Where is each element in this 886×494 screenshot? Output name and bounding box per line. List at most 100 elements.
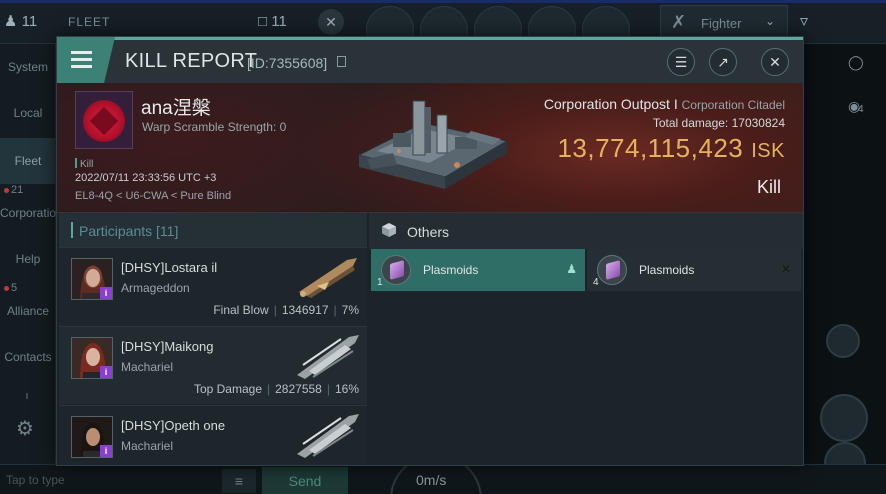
fleet-count[interactable]: □ 11 (258, 13, 287, 30)
sidebar-item-alliance[interactable]: Alliance (0, 288, 56, 334)
pilot-count-value: 11 (21, 13, 38, 30)
others-header: Others (369, 213, 803, 249)
info-badge-icon: i (100, 445, 112, 457)
total-damage-label: Total damage: (652, 116, 729, 130)
item-name: Plasmoids (423, 263, 479, 277)
armageddon-ship-icon (299, 258, 357, 298)
others-title: Others (407, 224, 450, 240)
total-damage-value: 17030824 (731, 116, 785, 130)
share-icon[interactable]: ↗ (709, 48, 737, 76)
citadel-image (357, 100, 509, 189)
stat-label: Top Damage (193, 382, 262, 396)
chevron-down-icon: ⌄ (764, 14, 775, 28)
stat-percent: 7% (341, 303, 359, 317)
chat-bubble-icon[interactable]: ◯ (848, 54, 864, 71)
participants-title: Participants [11] (79, 223, 179, 239)
participant-row[interactable]: i [DHSY]Opeth one Machariel (59, 405, 367, 465)
gear-icon[interactable]: ⚙ (16, 416, 34, 441)
participant-stats: Top Damage | 2827558 | 16% (193, 382, 359, 396)
chat-input[interactable]: Tap to type (6, 473, 65, 487)
corporation-logo[interactable] (75, 91, 133, 149)
fighter-label: Fighter (701, 16, 742, 31)
item-name: Plasmoids (639, 263, 695, 277)
total-damage: Total damage: 17030824 (653, 116, 785, 130)
pilot-count[interactable]: ♟ 11 (4, 12, 37, 30)
participants-panel: Participants [11] i [DHSY]Lostara il Arm… (59, 213, 367, 465)
participant-stats: Final Blow | 1346917 | 7% (213, 303, 359, 317)
sidebar-item-corporation[interactable]: Corporation (0, 190, 63, 236)
cube-icon (382, 223, 396, 237)
item-quantity: 4 (593, 277, 599, 288)
right-hud: ◯ ◉ 4 (804, 44, 886, 494)
chat-menu-icon[interactable]: ≡ (222, 469, 256, 493)
clipboard-icon[interactable]: ☰ (667, 48, 695, 76)
isk-value: 13,774,115,423 ISK (557, 133, 785, 164)
drone-count: 4 (858, 104, 864, 115)
participant-name: [DHSY]Maikong (121, 339, 214, 354)
kill-tag-label: Kill (80, 159, 94, 170)
warp-scramble-strength: Warp Scramble Strength: 0 (142, 120, 287, 134)
window-title: KILL REPORT (125, 50, 258, 72)
machariel-ship-icon (297, 414, 359, 458)
fleet-count-value: 11 (271, 13, 287, 30)
info-badge-icon: i (100, 366, 112, 378)
swap-icon[interactable] (826, 324, 860, 358)
participant-name: [DHSY]Lostara il (121, 260, 218, 275)
participant-ship: Machariel (121, 360, 174, 374)
item-quantity: 1 (377, 277, 383, 288)
kill-datetime: 2022/07/11 23:33:56 UTC +3 (75, 172, 217, 184)
info-badge-icon: i (100, 287, 112, 299)
participant-name: [DHSY]Opeth one (121, 418, 226, 433)
isk-unit: ISK (751, 140, 785, 162)
participant-portrait[interactable]: i (71, 416, 113, 458)
kill-report-window: KILL REPORT [ID:7355608] ☰ ↗ ✕ ana涅槃 War… (56, 36, 804, 466)
target-name: Corporation Outpost I Corporation Citade… (544, 96, 785, 112)
fighter-icon: ✗ (671, 12, 687, 32)
target-class: Corporation Citadel (681, 98, 785, 112)
target-structure: Corporation Outpost I (543, 96, 678, 112)
participant-row[interactable]: i [DHSY]Maikong Machariel Top Damage | 282… (59, 326, 367, 404)
dropped-item[interactable]: 4 Plasmoids ✕ (587, 249, 801, 291)
stat-damage: 1346917 (281, 303, 329, 317)
participant-portrait[interactable]: i (71, 337, 113, 379)
send-button[interactable]: Send (262, 467, 348, 494)
fighter-dropdown[interactable]: ✗ Fighter ⌄ (660, 5, 788, 39)
isk-amount: 13,774,115,423 (557, 133, 744, 163)
participant-row[interactable]: i [DHSY]Lostara il Armageddon Final Blow… (59, 247, 367, 325)
bottom-bar: Tap to type ≡ Send 0m/s (0, 455, 886, 494)
window-header: KILL REPORT [ID:7355608] ☰ ↗ ✕ (57, 37, 803, 86)
chat-sidebar: System Local Fleet 21 Corporation Help 5… (0, 44, 63, 494)
sidebar-item-local[interactable]: Local (0, 90, 56, 136)
sidebar-item-help[interactable]: Help (0, 236, 56, 282)
report-id: [ID:7355608] (247, 55, 328, 71)
plasmoids-icon (381, 255, 411, 285)
stat-damage: 2827558 (275, 382, 322, 396)
hamburger-menu-icon[interactable] (57, 37, 115, 86)
victim-banner: ana涅槃 Warp Scramble Strength: 0 Kill 202… (57, 83, 803, 213)
fleet-label[interactable]: FLEET (68, 15, 110, 29)
others-panel: Others 1 Plasmoids ♟ 4 Plasmoids ✕ (369, 213, 803, 465)
fleet-close-icon[interactable]: ✕ (318, 9, 344, 35)
stat-percent: 16% (334, 382, 359, 396)
sidebar-item-system[interactable]: System (0, 44, 56, 90)
destroyed-icon: ✕ (780, 262, 791, 276)
participant-portrait[interactable]: i (71, 258, 113, 300)
participants-header: Participants [11] (59, 213, 367, 247)
stat-label: Final Blow (213, 303, 269, 317)
plasmoids-icon (597, 255, 627, 285)
copy-icon[interactable] (337, 56, 346, 67)
sidebar-item-contacts[interactable]: Contacts (0, 334, 56, 380)
pilot-icon: ♟ (566, 262, 577, 276)
filter-icon[interactable]: ▿ (800, 11, 808, 31)
speed-readout: 0m/s (416, 472, 447, 488)
dropped-item[interactable]: 1 Plasmoids ♟ (371, 249, 585, 291)
sidebar-item-fleet[interactable]: Fleet (0, 138, 56, 184)
kill-location[interactable]: EL8-4Q < U6-CWA < Pure Blind (75, 190, 231, 202)
close-icon[interactable]: ✕ (761, 48, 789, 76)
top-accent-strip (0, 0, 886, 3)
kill-result: Kill (756, 177, 781, 197)
kill-tag: Kill (75, 158, 93, 170)
machariel-ship-icon (297, 335, 359, 379)
module-button[interactable] (820, 394, 868, 442)
participant-ship: Machariel (121, 439, 174, 453)
